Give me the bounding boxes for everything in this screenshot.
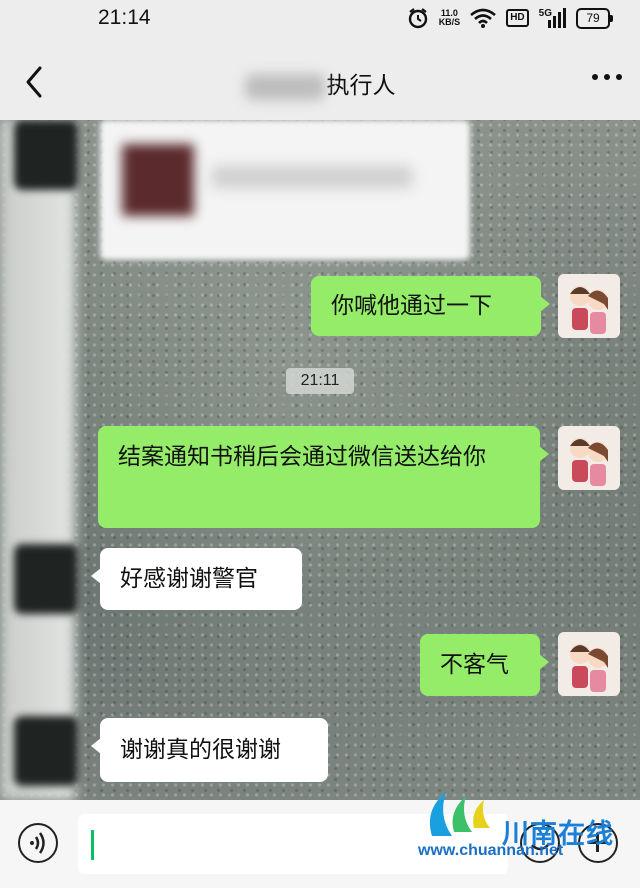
more-dots-icon — [592, 74, 598, 80]
avatar-other[interactable] — [14, 544, 78, 614]
chat-title-text: 执行人 — [326, 73, 396, 99]
message-text: 谢谢真的很谢谢 — [120, 737, 281, 763]
message-text: 不客气 — [440, 652, 509, 678]
avatar-me[interactable] — [558, 632, 620, 696]
voice-button[interactable] — [18, 823, 58, 863]
message-bubble-received[interactable]: 好感谢谢警官 — [91, 548, 302, 610]
message-text: 结案通知书稍后会通过微信送达给你 — [118, 444, 486, 470]
status-bar: 21:14 11.0 KB/S HD 5G 79 — [0, 0, 640, 40]
avatar-me[interactable] — [558, 274, 620, 338]
avatar-other[interactable] — [14, 120, 78, 190]
message-text: 你喊他通过一下 — [331, 293, 492, 319]
blurred-left-strip — [0, 120, 75, 800]
more-button[interactable] — [592, 74, 622, 80]
redacted-name — [244, 73, 325, 100]
watermark-logo-icon — [429, 792, 490, 836]
card-text-redacted — [212, 166, 412, 188]
couple-avatar-icon — [570, 438, 608, 486]
message-text: 好感谢谢警官 — [120, 566, 258, 592]
voice-icon — [30, 832, 45, 854]
wifi-icon — [470, 8, 497, 28]
chat-header: 执行人 — [0, 40, 640, 120]
card-thumbnail — [122, 144, 194, 216]
avatar-me[interactable] — [558, 426, 620, 490]
watermark-url: www.chuannan.net — [418, 842, 564, 859]
network-speed: 11.0 KB/S — [439, 9, 461, 27]
watermark: 川南在线 www.chuannan.net — [418, 786, 640, 866]
network-speed-unit: KB/S — [438, 17, 461, 27]
network-type: 5G — [538, 7, 552, 19]
chat-area[interactable]: 你喊他通过一下 21:11 结案通知书稍后会通过微信送达给你 好感谢谢警官 不客… — [0, 120, 640, 800]
message-bubble-sent[interactable]: 你喊他通过一下 — [311, 276, 550, 336]
message-timestamp: 21:11 — [286, 368, 354, 394]
couple-avatar-icon — [570, 644, 608, 692]
chat-title: 执行人 — [0, 66, 640, 100]
couple-avatar-icon — [570, 286, 608, 334]
status-time: 21:14 — [98, 6, 151, 29]
hd-badge: HD — [506, 9, 529, 27]
input-caret — [91, 830, 94, 860]
alarm-icon — [408, 8, 427, 29]
message-bubble-received[interactable]: 谢谢真的很谢谢 — [91, 718, 328, 782]
status-icons: 11.0 KB/S HD 5G 79 — [407, 7, 613, 29]
message-bubble-sent[interactable]: 不客气 — [420, 634, 549, 696]
redacted-card-message[interactable] — [100, 120, 470, 260]
battery-icon: 79 — [576, 7, 613, 29]
avatar-other[interactable] — [14, 716, 78, 786]
message-bubble-sent[interactable]: 结案通知书稍后会通过微信送达给你 — [98, 426, 549, 528]
